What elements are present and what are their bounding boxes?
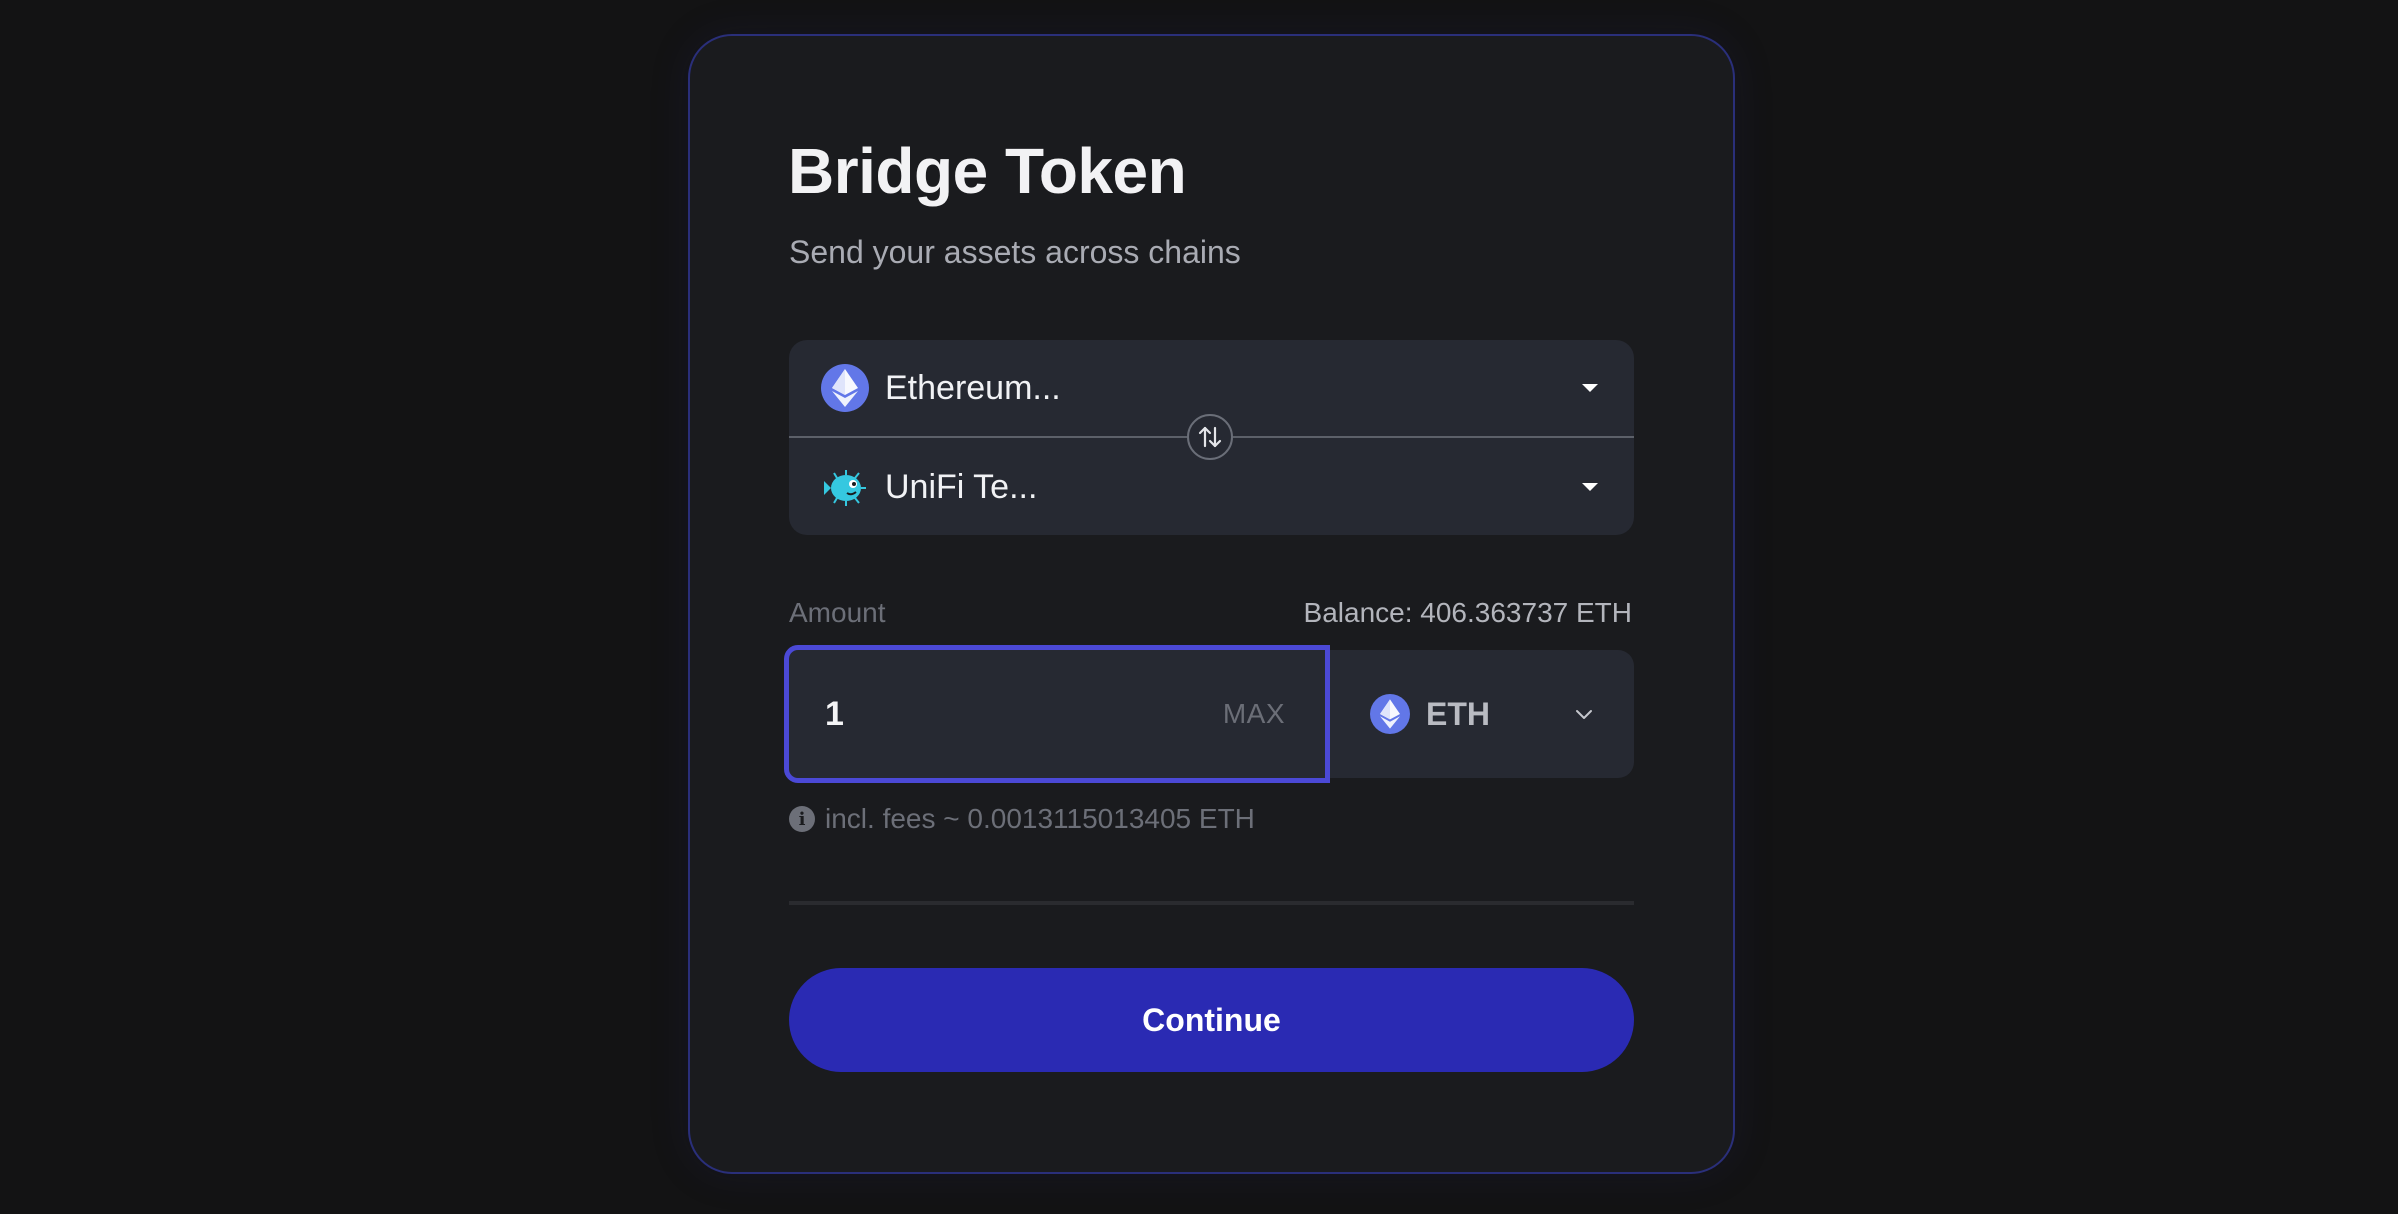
token-label: ETH bbox=[1426, 696, 1490, 732]
balance-text: Balance: 406.363737 ETH bbox=[1303, 597, 1632, 628]
ethereum-icon bbox=[821, 364, 869, 412]
amount-field: MAX bbox=[784, 645, 1330, 783]
divider bbox=[789, 901, 1634, 905]
to-chain-label: UniFi Te... bbox=[885, 467, 1038, 506]
caret-down-icon bbox=[1582, 483, 1598, 491]
token-select[interactable]: ETH bbox=[1330, 650, 1634, 778]
continue-button[interactable]: Continue bbox=[789, 968, 1634, 1072]
from-chain-label: Ethereum... bbox=[885, 368, 1061, 407]
unifi-pufferfish-icon bbox=[821, 463, 869, 511]
page-title: Bridge Token bbox=[788, 135, 1187, 207]
amount-input[interactable] bbox=[823, 650, 1183, 778]
ethereum-icon bbox=[1370, 694, 1410, 734]
amount-label: Amount bbox=[789, 597, 886, 628]
fees-note: i incl. fees ~ 0.0013115013405 ETH bbox=[789, 802, 1255, 836]
chevron-down-icon bbox=[1576, 710, 1592, 719]
max-button[interactable]: MAX bbox=[1223, 650, 1285, 778]
page-subtitle: Send your assets across chains bbox=[789, 234, 1241, 270]
caret-down-icon bbox=[1582, 384, 1598, 392]
swap-chains-button[interactable] bbox=[1187, 414, 1233, 460]
fees-text: incl. fees ~ 0.0013115013405 ETH bbox=[825, 803, 1255, 834]
info-icon: i bbox=[789, 806, 815, 832]
swap-arrows-icon bbox=[1198, 426, 1222, 448]
